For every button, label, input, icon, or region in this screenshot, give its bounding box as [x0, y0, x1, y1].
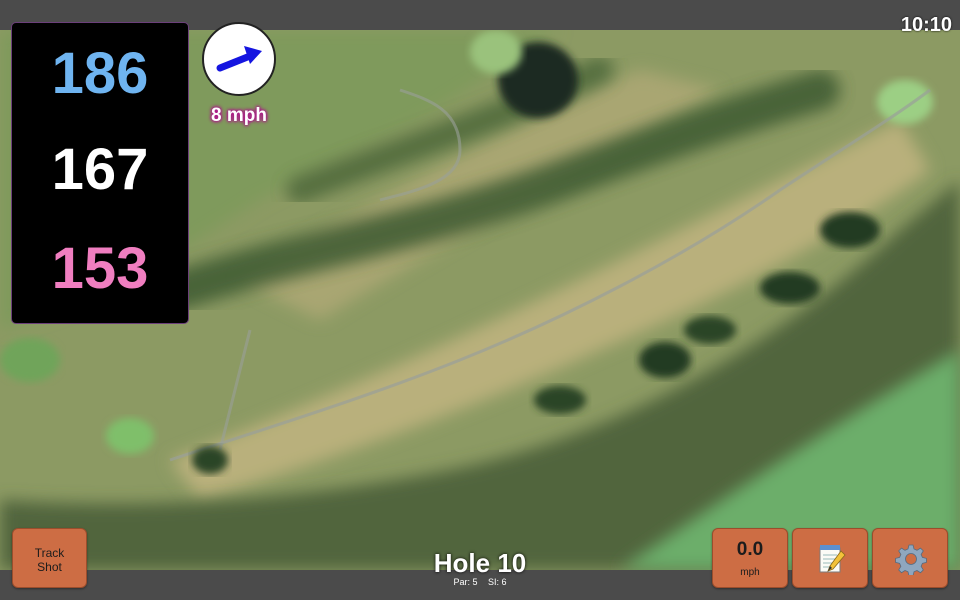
speed-button[interactable]: 0.0 mph — [712, 528, 788, 588]
track-shot-label-line1: Track — [34, 546, 65, 560]
distance-middle: 167 — [51, 137, 149, 202]
hole-par: Par: 5 — [453, 577, 478, 587]
wind-indicator — [202, 22, 276, 96]
hole-info: Par: 5 SI: 6 — [380, 577, 580, 587]
distance-back: 186 — [51, 41, 149, 106]
scorecard-button[interactable] — [792, 528, 868, 588]
wind-speed-label: 8 mph — [211, 105, 267, 126]
distance-panel: 186 167 153 — [11, 22, 189, 324]
hole-stroke-index: SI: 6 — [488, 577, 507, 587]
settings-button[interactable] — [872, 528, 948, 588]
speed-value: 0.0 — [736, 539, 764, 560]
hole-title: Hole 10 — [433, 548, 527, 578]
track-shot-label-line2: Shot — [37, 560, 62, 574]
scorecard-notepad-icon — [815, 543, 847, 575]
distance-front: 153 — [51, 236, 149, 301]
wind-arrow-icon — [216, 46, 262, 72]
gear-icon — [895, 543, 927, 577]
speed-unit: mph — [740, 567, 760, 578]
clock: 10:10 — [900, 14, 952, 36]
track-shot-button[interactable]: Track Shot — [12, 528, 87, 588]
